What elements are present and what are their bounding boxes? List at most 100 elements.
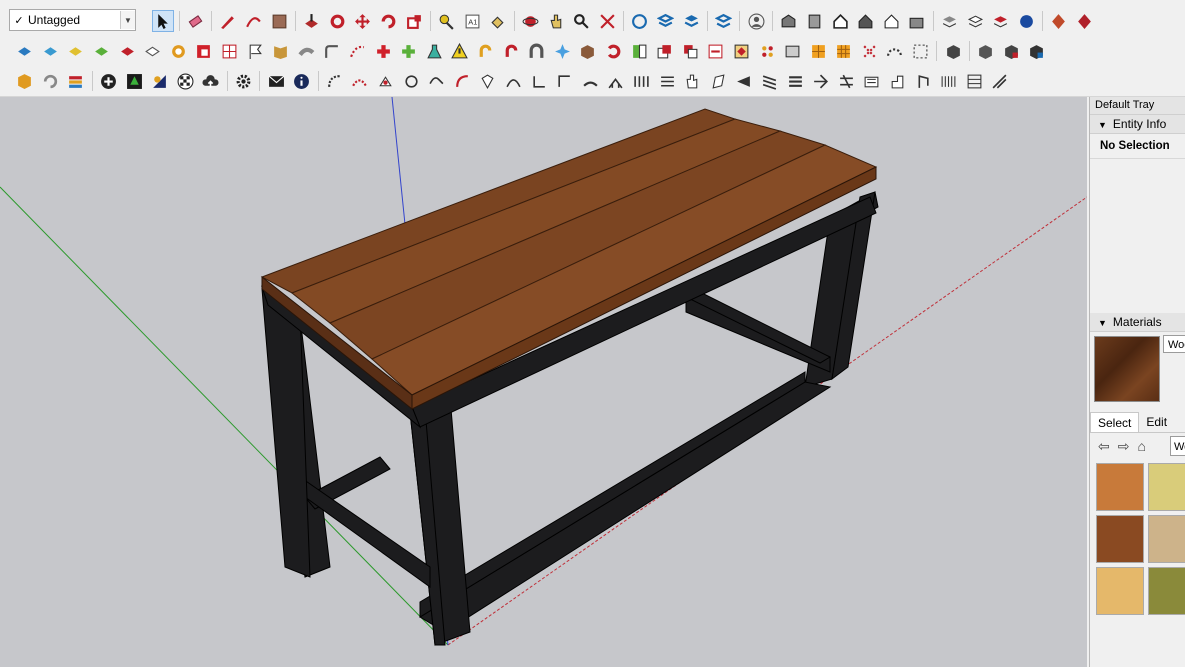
pan-icon[interactable] [546, 11, 566, 31]
shape-icon[interactable] [269, 11, 289, 31]
flag-icon[interactable] [245, 41, 265, 61]
scatter-icon[interactable] [859, 41, 879, 61]
user-account-icon[interactable] [746, 11, 766, 31]
warning-icon[interactable] [450, 41, 470, 61]
dimension-icon[interactable]: A1 [462, 11, 482, 31]
curve-tool-21-icon[interactable] [836, 71, 856, 91]
collapse-triangle-icon[interactable]: ▼ [1098, 318, 1107, 328]
solid-union-icon[interactable] [15, 41, 35, 61]
cube-dark-2-icon[interactable] [976, 41, 996, 61]
material-thumbnail[interactable] [1148, 463, 1185, 511]
material-thumbnail[interactable] [1148, 567, 1185, 615]
textured-style-icon[interactable] [1016, 11, 1036, 31]
curve-tool-6-icon[interactable] [452, 71, 472, 91]
materials-header[interactable]: ▼ Materials [1090, 313, 1185, 332]
curve-tool-8-icon[interactable] [503, 71, 523, 91]
curve-tool-18-icon[interactable] [759, 71, 779, 91]
components-orange-icon[interactable] [15, 71, 35, 91]
curve-tool-10-icon[interactable] [555, 71, 575, 91]
shaded-style-icon[interactable] [991, 11, 1011, 31]
warehouse-icon[interactable] [630, 11, 650, 31]
arc-icon[interactable] [244, 11, 264, 31]
curve-tool-9-icon[interactable] [529, 71, 549, 91]
material-library-field[interactable]: Wood [1170, 436, 1185, 456]
bend-icon[interactable] [322, 41, 342, 61]
push-pull-icon[interactable] [302, 11, 322, 31]
orange-grid-icon[interactable] [808, 41, 828, 61]
curve-tool-16-icon[interactable] [708, 71, 728, 91]
cube-dark-3-icon[interactable] [1001, 41, 1021, 61]
hook-icon[interactable] [501, 41, 521, 61]
scale-icon[interactable] [404, 11, 424, 31]
top-view-icon[interactable] [804, 11, 824, 31]
move-icon[interactable] [353, 11, 373, 31]
add-circle-icon[interactable] [99, 71, 119, 91]
curve-tool-11-icon[interactable] [580, 71, 600, 91]
frame-icon[interactable] [783, 41, 803, 61]
curve-tool-7-icon[interactable] [478, 71, 498, 91]
star-blue-icon[interactable] [552, 41, 572, 61]
material-thumbnail[interactable] [1096, 515, 1144, 563]
entity-info-header[interactable]: ▼ Entity Info [1090, 115, 1185, 134]
curve-tool-12-icon[interactable] [606, 71, 626, 91]
cloud-upload-icon[interactable] [201, 71, 221, 91]
follow-me-icon[interactable] [327, 11, 347, 31]
pencil-line-icon[interactable] [218, 11, 238, 31]
curl-icon[interactable] [475, 41, 495, 61]
material-name-field[interactable]: Wood [1163, 335, 1185, 353]
curve-tool-13-icon[interactable] [631, 71, 651, 91]
cube-dark-1-icon[interactable] [943, 41, 963, 61]
extension-icon[interactable] [655, 11, 675, 31]
wireframe-style-icon[interactable] [965, 11, 985, 31]
checker-icon[interactable] [175, 71, 195, 91]
curve-tool-23-icon[interactable] [887, 71, 907, 91]
curve-tool-4-icon[interactable] [401, 71, 421, 91]
book-icon[interactable] [271, 41, 291, 61]
arch-icon[interactable] [527, 41, 547, 61]
material-thumbnail[interactable] [1096, 567, 1144, 615]
group-icon[interactable] [706, 41, 726, 61]
curve-tool-2-icon[interactable] [350, 71, 370, 91]
current-material-swatch[interactable] [1094, 336, 1160, 402]
solid-subtract-icon[interactable] [66, 41, 86, 61]
forward-arrow-icon[interactable]: ⇨ [1118, 438, 1130, 455]
eraser-icon[interactable] [185, 11, 205, 31]
mail-icon[interactable] [266, 71, 286, 91]
curve-tool-22-icon[interactable] [862, 71, 882, 91]
curve-tool-27-icon[interactable] [990, 71, 1010, 91]
tape-measure-icon[interactable] [437, 11, 457, 31]
front-view-icon[interactable] [830, 11, 850, 31]
layer-stack-icon[interactable] [66, 71, 86, 91]
home-icon[interactable]: ⌂ [1137, 438, 1145, 454]
right-view-icon[interactable] [856, 11, 876, 31]
section-plane-icon[interactable] [1049, 11, 1069, 31]
curve-tool-24-icon[interactable] [913, 71, 933, 91]
curve-tool-26-icon[interactable] [964, 71, 984, 91]
solid-trim-icon[interactable] [92, 41, 112, 61]
curve-tool-19-icon[interactable] [785, 71, 805, 91]
curve-tool-5-icon[interactable] [427, 71, 447, 91]
curve-dots-icon[interactable] [348, 41, 368, 61]
flask-icon[interactable] [424, 41, 444, 61]
curve-tool-17-icon[interactable] [734, 71, 754, 91]
cube-dark-4-icon[interactable] [1027, 41, 1047, 61]
box-brown-icon[interactable] [578, 41, 598, 61]
cross-green-icon[interactable] [399, 41, 419, 61]
pattern-icon[interactable] [757, 41, 777, 61]
curve-tool-25-icon[interactable] [939, 71, 959, 91]
curve-tool-1-icon[interactable] [324, 71, 344, 91]
solid-split-icon[interactable] [117, 41, 137, 61]
pipe-icon[interactable] [296, 41, 316, 61]
tab-edit[interactable]: Edit [1139, 412, 1174, 432]
paint-bucket-icon[interactable] [488, 11, 508, 31]
extension-manager-icon[interactable] [714, 11, 734, 31]
orbit-icon[interactable] [521, 11, 541, 31]
grid-panel-icon[interactable] [220, 41, 240, 61]
chevron-down-icon[interactable]: ▼ [120, 11, 135, 29]
refresh-icon[interactable] [40, 71, 60, 91]
xray-style-icon[interactable] [939, 11, 959, 31]
component-icon[interactable] [655, 41, 675, 61]
layers-icon[interactable] [681, 11, 701, 31]
red-square-icon[interactable] [194, 41, 214, 61]
sun-shade-icon[interactable] [150, 71, 170, 91]
